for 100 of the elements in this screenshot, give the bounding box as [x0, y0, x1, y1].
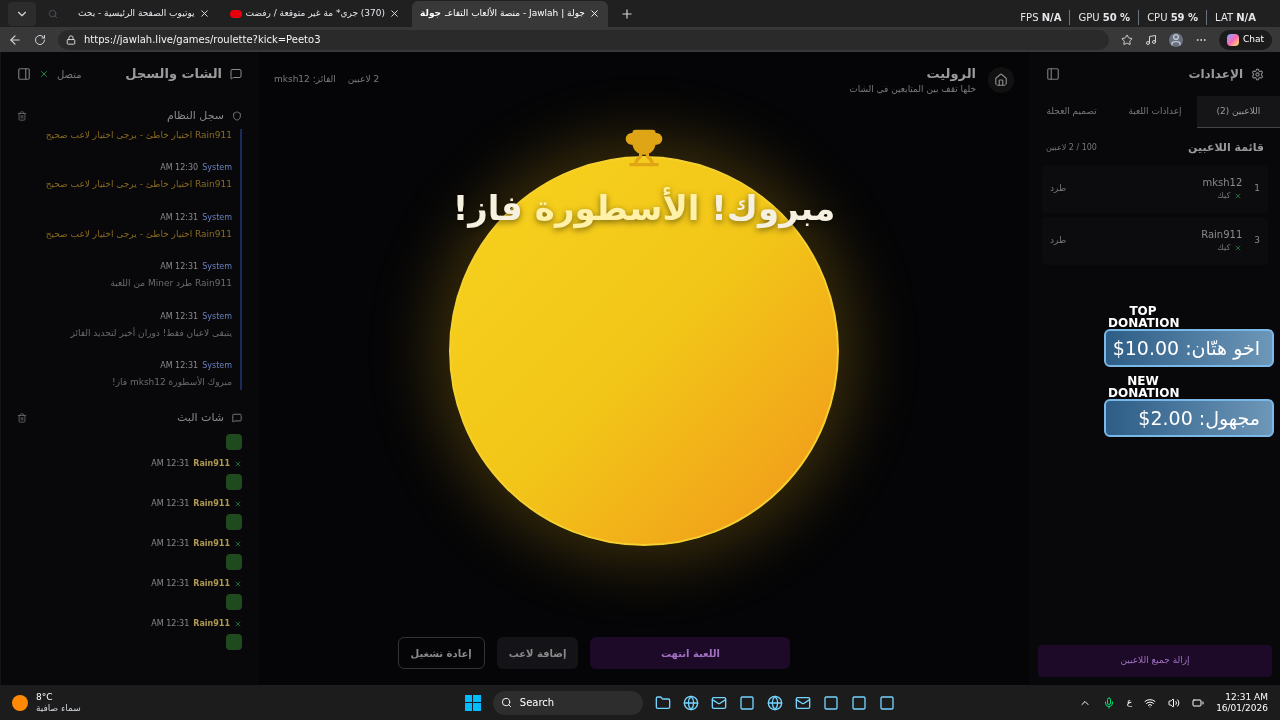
- perf-stat: LAT N/A: [1215, 11, 1256, 25]
- message-time: 12:31 AM: [151, 578, 190, 590]
- action-button[interactable]: إضافة لاعب: [496, 637, 579, 669]
- settings-icon: [1251, 67, 1264, 81]
- stream-chat-icon: [232, 412, 242, 423]
- winner-label: الفائز: mksh12: [274, 73, 336, 87]
- close-icon[interactable]: [389, 8, 401, 19]
- trash-icon[interactable]: [17, 412, 27, 423]
- message-time: 12:30 AM: [160, 162, 199, 174]
- copilot-icon: [1226, 33, 1239, 46]
- battery-icon[interactable]: [1192, 696, 1205, 709]
- emote-image: [226, 594, 242, 610]
- chat-username: Rain911: [193, 498, 230, 510]
- chat-username: Rain911: [193, 458, 230, 470]
- message-time: 12:31 AM: [151, 538, 190, 550]
- log-message: مبروك الأسطورة mksh12 فاز!: [111, 376, 232, 389]
- tab-title: (370) جري* مة غير متوقعة / رفضت: [245, 6, 386, 20]
- clock-time: 12:31 AM: [1225, 691, 1268, 703]
- log-icon: [232, 111, 242, 122]
- clock-date: 16/01/2026: [1216, 702, 1268, 714]
- taskbar-app-icon[interactable]: [766, 694, 783, 711]
- back-icon[interactable]: [8, 32, 22, 47]
- message-time: 12:31 AM: [160, 261, 199, 273]
- panel-title: الإعدادات: [1188, 66, 1243, 83]
- kick-icon: [39, 69, 49, 79]
- sender-name: System: [202, 211, 232, 224]
- profile-icon[interactable]: [1168, 32, 1183, 47]
- message-time: 12:31 AM: [151, 618, 190, 630]
- donation-banner: مجهول: 2.00$: [1104, 399, 1274, 437]
- video-site-icon: [229, 9, 242, 18]
- new-tab-icon[interactable]: [619, 6, 634, 21]
- taskbar-app-icon[interactable]: [850, 694, 867, 711]
- trophy-icon: [624, 128, 664, 168]
- kick-icon: [234, 500, 242, 508]
- section-title: سجل النظام: [166, 108, 224, 124]
- taskbar-app-icon[interactable]: [738, 694, 755, 711]
- message-time: 12:31 AM: [160, 360, 199, 372]
- chat-button[interactable]: Chat: [1218, 29, 1272, 50]
- sender-name: System: [202, 261, 232, 273]
- kick-icon: [234, 620, 242, 628]
- settings-tab[interactable]: اللاعبين (2): [1196, 96, 1280, 128]
- list-title: قائمة اللاعبين: [1188, 140, 1264, 156]
- chat-username: Rain911: [193, 618, 230, 630]
- favorite-icon[interactable]: [1120, 33, 1133, 46]
- language-indicator[interactable]: ع: [1126, 695, 1133, 710]
- home-icon[interactable]: [988, 67, 1014, 93]
- kick-icon: [234, 540, 242, 548]
- donation-banner: اخو هتّان: 10.00$: [1104, 329, 1274, 367]
- start-icon[interactable]: [464, 694, 481, 711]
- kick-icon: [1234, 192, 1243, 200]
- tab-title: جولة | Jawlah - منصة الألعاب التفاعـ: [445, 6, 585, 20]
- panel-toggle-icon[interactable]: [17, 67, 31, 81]
- favicon-text: جولة: [420, 6, 441, 20]
- kick-button[interactable]: طرد: [1050, 181, 1067, 196]
- taskbar-app-icon[interactable]: [654, 694, 671, 711]
- temperature: 8°C: [36, 691, 54, 703]
- taskbar-search[interactable]: Search: [492, 690, 643, 715]
- platform-label: كيك: [1217, 190, 1231, 202]
- message-time: 12:31 AM: [160, 211, 199, 224]
- tab-title: يوتيوب الصفحة الرئيسية - بحث: [78, 6, 195, 20]
- reload-icon[interactable]: [34, 33, 46, 46]
- panel-toggle-icon[interactable]: [1046, 67, 1060, 81]
- donation-heading: TOP DONATION: [1108, 305, 1178, 329]
- trash-icon[interactable]: [17, 111, 27, 122]
- taskbar-app-icon[interactable]: [682, 694, 699, 711]
- message-time: 12:31 AM: [151, 458, 190, 470]
- emote-image: [226, 434, 242, 450]
- settings-tab[interactable]: إعدادات اللعبة: [1113, 96, 1197, 128]
- kick-icon: [234, 580, 242, 588]
- close-icon[interactable]: [198, 8, 210, 19]
- browser-tab[interactable]: جولة جولة | Jawlah - منصة الألعاب التفاعـ: [412, 0, 608, 27]
- mic-icon[interactable]: [1102, 696, 1115, 709]
- taskbar-app-icon[interactable]: [822, 694, 839, 711]
- browser-tab[interactable]: (370) جري* مة غير متوقعة / رفضت: [221, 0, 409, 27]
- donation-heading: NEW DONATION: [1108, 375, 1178, 399]
- section-title: شات البث: [177, 409, 224, 426]
- taskbar-app-icon[interactable]: [710, 694, 727, 711]
- kick-button[interactable]: طرد: [1050, 233, 1067, 248]
- volume-icon[interactable]: [1168, 696, 1181, 709]
- action-button[interactable]: اللعبة انتهت: [590, 637, 791, 669]
- search-icon: [500, 697, 512, 708]
- taskbar-app-icon[interactable]: [794, 694, 811, 711]
- wifi-icon[interactable]: [1144, 696, 1157, 709]
- close-icon[interactable]: [588, 8, 600, 19]
- browser-tab[interactable]: يوتيوب الصفحة الرئيسية - بحث: [70, 0, 218, 27]
- player-rank: 1: [1254, 181, 1260, 195]
- taskbar-app-icon[interactable]: [878, 694, 895, 711]
- emote-image: [226, 554, 242, 570]
- perf-stat: CPU 59 %: [1147, 11, 1199, 25]
- emote-image: [226, 474, 242, 490]
- media-icon[interactable]: [1144, 33, 1157, 46]
- game-subtitle: خلها تقف بين المتابعين في الشات: [849, 83, 976, 96]
- address-bar[interactable]: https://jawlah.live/games/roulette?kick=Peeto3: [58, 29, 1109, 50]
- player-rank: 3: [1254, 233, 1260, 247]
- perf-stat: GPU 50 %: [1078, 11, 1131, 25]
- clear-players-button[interactable]: إزالة جميع اللاعبين: [1038, 645, 1272, 677]
- log-message: Rain911 اختيار خاطئ - يرجى اختيار لاعب صحيح: [44, 227, 232, 241]
- action-button[interactable]: إعادة تشغيل: [397, 637, 485, 669]
- chat-icon: [230, 68, 242, 80]
- settings-tab[interactable]: تصميم العجلة: [1030, 96, 1114, 128]
